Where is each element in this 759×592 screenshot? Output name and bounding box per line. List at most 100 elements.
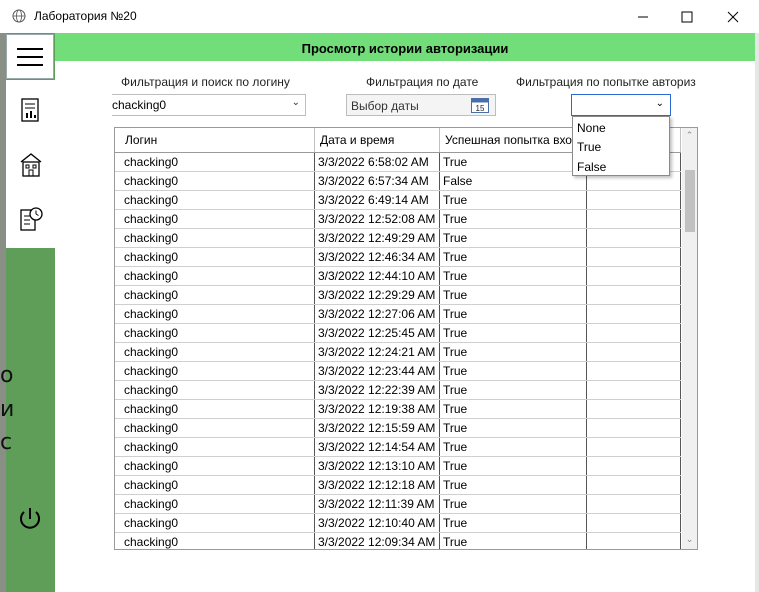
cell-login[interactable]: chacking0 xyxy=(121,343,315,361)
table-row[interactable]: chacking0 3/3/2022 12:23:44 AM True xyxy=(115,362,681,381)
cell-login[interactable]: chacking0 xyxy=(121,267,315,285)
cell-success[interactable]: True xyxy=(440,191,587,209)
cell-extra[interactable] xyxy=(587,514,681,532)
cell-login[interactable]: chacking0 xyxy=(121,305,315,323)
cell-login[interactable]: chacking0 xyxy=(121,533,315,549)
power-button[interactable] xyxy=(14,503,46,535)
cell-success[interactable]: True xyxy=(440,533,587,549)
cell-extra[interactable] xyxy=(587,324,681,342)
cell-login[interactable]: chacking0 xyxy=(121,514,315,532)
sidebar-item-history[interactable] xyxy=(6,192,55,246)
table-row[interactable]: chacking0 3/3/2022 12:27:06 AM True xyxy=(115,305,681,324)
scrollbar-thumb[interactable] xyxy=(685,170,695,232)
cell-datetime[interactable]: 3/3/2022 12:24:21 AM xyxy=(315,343,440,361)
cell-success[interactable]: True xyxy=(440,229,587,247)
cell-datetime[interactable]: 3/3/2022 12:27:06 AM xyxy=(315,305,440,323)
cell-extra[interactable] xyxy=(587,229,681,247)
cell-success[interactable]: True xyxy=(440,457,587,475)
cell-datetime[interactable]: 3/3/2022 12:11:39 AM xyxy=(315,495,440,513)
sidebar-item-building[interactable] xyxy=(6,138,55,192)
cell-extra[interactable] xyxy=(587,495,681,513)
table-row[interactable]: chacking0 3/3/2022 12:46:34 AM True xyxy=(115,248,681,267)
table-row[interactable]: chacking0 3/3/2022 12:22:39 AM True xyxy=(115,381,681,400)
cell-datetime[interactable]: 3/3/2022 12:19:38 AM xyxy=(315,400,440,418)
table-row[interactable]: chacking0 3/3/2022 12:44:10 AM True xyxy=(115,267,681,286)
cell-success[interactable]: True xyxy=(440,419,587,437)
cell-login[interactable]: chacking0 xyxy=(121,153,315,171)
table-row[interactable]: chacking0 3/3/2022 12:25:45 AM True xyxy=(115,324,681,343)
cell-extra[interactable] xyxy=(587,286,681,304)
cell-success[interactable]: True xyxy=(440,343,587,361)
column-header-success[interactable]: Успешная попытка вхо xyxy=(440,128,587,152)
cell-login[interactable]: chacking0 xyxy=(121,495,315,513)
sidebar-item-reports[interactable] xyxy=(6,83,55,137)
cell-success[interactable]: True xyxy=(440,362,587,380)
cell-success[interactable]: True xyxy=(440,476,587,494)
cell-success[interactable]: True xyxy=(440,286,587,304)
cell-extra[interactable] xyxy=(587,533,681,549)
cell-datetime[interactable]: 3/3/2022 12:29:29 AM xyxy=(315,286,440,304)
cell-login[interactable]: chacking0 xyxy=(121,476,315,494)
cell-login[interactable]: chacking0 xyxy=(121,457,315,475)
cell-extra[interactable] xyxy=(587,305,681,323)
cell-datetime[interactable]: 3/3/2022 6:57:34 AM xyxy=(315,172,440,190)
cell-datetime[interactable]: 3/3/2022 6:49:14 AM xyxy=(315,191,440,209)
dropdown-option-none[interactable]: None xyxy=(577,121,606,135)
cell-extra[interactable] xyxy=(587,343,681,361)
table-row[interactable]: chacking0 3/3/2022 12:19:38 AM True xyxy=(115,400,681,419)
cell-datetime[interactable]: 3/3/2022 12:25:45 AM xyxy=(315,324,440,342)
cell-extra[interactable] xyxy=(587,191,681,209)
cell-extra[interactable] xyxy=(587,476,681,494)
cell-login[interactable]: chacking0 xyxy=(121,400,315,418)
cell-datetime[interactable]: 3/3/2022 12:13:10 AM xyxy=(315,457,440,475)
cell-extra[interactable] xyxy=(587,438,681,456)
dropdown-option-false[interactable]: False xyxy=(577,160,606,174)
scroll-down-icon[interactable]: ⌄ xyxy=(682,534,697,545)
cell-extra[interactable] xyxy=(587,381,681,399)
table-row[interactable]: chacking0 3/3/2022 12:10:40 AM True xyxy=(115,514,681,533)
cell-login[interactable]: chacking0 xyxy=(121,381,315,399)
cell-datetime[interactable]: 3/3/2022 12:49:29 AM xyxy=(315,229,440,247)
table-row[interactable]: chacking0 3/3/2022 12:15:59 AM True xyxy=(115,419,681,438)
menu-button[interactable] xyxy=(6,34,54,79)
cell-login[interactable]: chacking0 xyxy=(121,210,315,228)
cell-login[interactable]: chacking0 xyxy=(121,229,315,247)
cell-datetime[interactable]: 3/3/2022 12:14:54 AM xyxy=(315,438,440,456)
cell-success[interactable]: False xyxy=(440,172,587,190)
cell-extra[interactable] xyxy=(587,362,681,380)
date-picker[interactable]: Выбор даты 15 xyxy=(346,94,496,116)
cell-login[interactable]: chacking0 xyxy=(121,419,315,437)
table-row[interactable]: chacking0 3/3/2022 12:52:08 AM True xyxy=(115,210,681,229)
table-row[interactable]: chacking0 3/3/2022 12:11:39 AM True xyxy=(115,495,681,514)
cell-success[interactable]: True xyxy=(440,210,587,228)
attempt-filter-combo[interactable]: ⌄ xyxy=(571,94,671,116)
cell-extra[interactable] xyxy=(587,248,681,266)
calendar-icon[interactable]: 15 xyxy=(471,97,489,113)
vertical-scrollbar[interactable]: ⌃ ⌄ xyxy=(682,128,697,549)
cell-success[interactable]: True xyxy=(440,495,587,513)
table-row[interactable]: chacking0 3/3/2022 12:49:29 AM True xyxy=(115,229,681,248)
cell-login[interactable]: chacking0 xyxy=(121,191,315,209)
cell-success[interactable]: True xyxy=(440,153,587,171)
table-row[interactable]: chacking0 3/3/2022 6:49:14 AM True xyxy=(115,191,681,210)
login-filter-combo[interactable]: chacking0 ⌄ xyxy=(112,94,306,116)
cell-extra[interactable] xyxy=(587,210,681,228)
cell-success[interactable]: True xyxy=(440,438,587,456)
table-row[interactable]: chacking0 3/3/2022 12:24:21 AM True xyxy=(115,343,681,362)
cell-success[interactable]: True xyxy=(440,267,587,285)
table-row[interactable]: chacking0 3/3/2022 12:09:34 AM True xyxy=(115,533,681,549)
cell-extra[interactable] xyxy=(587,457,681,475)
cell-success[interactable]: True xyxy=(440,400,587,418)
cell-extra[interactable] xyxy=(587,419,681,437)
cell-extra[interactable] xyxy=(587,400,681,418)
maximize-button[interactable] xyxy=(664,0,710,33)
table-row[interactable]: chacking0 3/3/2022 12:29:29 AM True xyxy=(115,286,681,305)
minimize-button[interactable] xyxy=(620,0,666,33)
cell-success[interactable]: True xyxy=(440,381,587,399)
cell-success[interactable]: True xyxy=(440,305,587,323)
cell-login[interactable]: chacking0 xyxy=(121,324,315,342)
cell-login[interactable]: chacking0 xyxy=(121,172,315,190)
cell-datetime[interactable]: 3/3/2022 12:22:39 AM xyxy=(315,381,440,399)
cell-datetime[interactable]: 3/3/2022 12:52:08 AM xyxy=(315,210,440,228)
cell-extra[interactable] xyxy=(587,267,681,285)
